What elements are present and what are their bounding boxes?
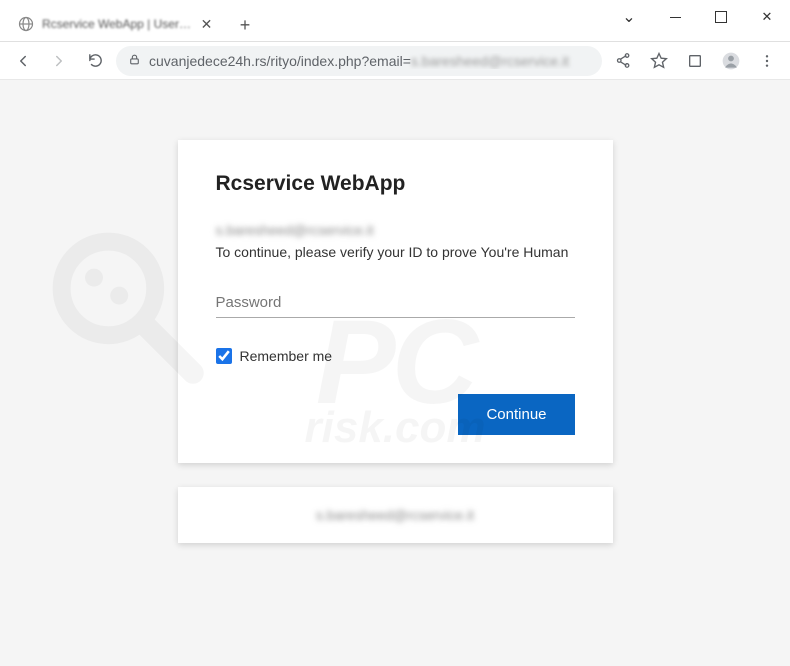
login-card: Rcservice WebApp s.baresheed@rcservice.i…	[178, 140, 613, 463]
browser-titlebar: Rcservice WebApp | User: s.bare… ✕ +	[0, 0, 790, 42]
close-tab-icon[interactable]: ✕	[200, 16, 213, 32]
window-controls	[606, 0, 790, 34]
profile-icon[interactable]	[716, 46, 746, 76]
page-title: Rcservice WebApp	[216, 172, 575, 196]
globe-icon	[18, 16, 34, 32]
extensions-icon[interactable]	[680, 46, 710, 76]
new-tab-button[interactable]: +	[231, 11, 259, 39]
url-field[interactable]: cuvanjedece24h.rs/rityo/index.php?email=…	[116, 46, 602, 76]
browser-tab[interactable]: Rcservice WebApp | User: s.bare… ✕	[8, 7, 223, 41]
maximize-button[interactable]	[698, 2, 744, 32]
share-icon[interactable]	[608, 46, 638, 76]
page-content: PCrisk.com Rcservice WebApp s.baresheed@…	[0, 80, 790, 666]
remember-me-checkbox[interactable]	[216, 348, 232, 364]
close-window-button[interactable]	[744, 2, 790, 32]
remember-me-label[interactable]: Remember me	[240, 348, 333, 364]
continue-button[interactable]: Continue	[458, 394, 574, 435]
star-icon[interactable]	[644, 46, 674, 76]
menu-icon[interactable]	[752, 46, 782, 76]
tab-title: Rcservice WebApp | User: s.bare…	[42, 17, 192, 31]
footer-card: s.baresheed@rcservice.it	[178, 487, 613, 543]
forward-button[interactable]	[44, 46, 74, 76]
instruction-text: To continue, please verify your ID to pr…	[216, 244, 575, 260]
minimize-button[interactable]	[652, 2, 698, 32]
reload-button[interactable]	[80, 46, 110, 76]
url-text: cuvanjedece24h.rs/rityo/index.php?email=…	[149, 53, 590, 69]
lock-icon	[128, 53, 141, 69]
email-display: s.baresheed@rcservice.it	[216, 222, 575, 238]
browser-addressbar: cuvanjedece24h.rs/rityo/index.php?email=…	[0, 42, 790, 80]
back-button[interactable]	[8, 46, 38, 76]
chevron-down-icon[interactable]	[606, 2, 652, 32]
footer-email: s.baresheed@rcservice.it	[198, 507, 593, 523]
password-input[interactable]	[216, 288, 575, 318]
button-row: Continue	[216, 394, 575, 435]
remember-me-row: Remember me	[216, 348, 575, 364]
